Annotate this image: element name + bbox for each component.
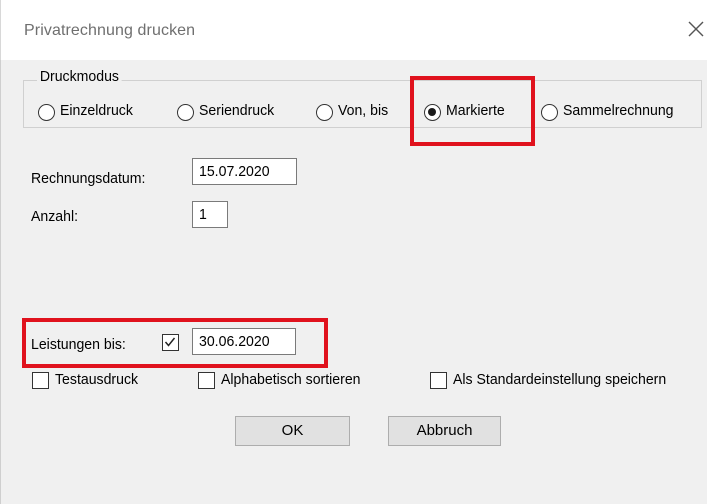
alphabetisch-checkbox[interactable]: [198, 372, 215, 389]
radio-seriendruck[interactable]: [177, 104, 194, 121]
highlight-leistungen: [22, 318, 328, 368]
radio-sammelrechnung[interactable]: [541, 104, 558, 121]
radio-einzeldruck-label[interactable]: Einzeldruck: [60, 102, 133, 119]
standard-checkbox[interactable]: [430, 372, 447, 389]
standard-label[interactable]: Als Standardeinstellung speichern: [453, 371, 666, 388]
dialog-titlebar: Privatrechnung drucken: [0, 0, 707, 60]
radio-von-bis-label[interactable]: Von, bis: [338, 102, 388, 119]
radio-einzeldruck[interactable]: [38, 104, 55, 121]
alphabetisch-label[interactable]: Alphabetisch sortieren: [221, 371, 361, 388]
ok-button[interactable]: OK: [235, 416, 350, 446]
dialog-title: Privatrechnung drucken: [24, 22, 196, 39]
rechnungsdatum-label: Rechnungsdatum:: [31, 170, 146, 187]
druckmodus-legend: Druckmodus: [37, 68, 122, 85]
testausdruck-checkbox[interactable]: [32, 372, 49, 389]
highlight-markierte: [410, 76, 535, 146]
anzahl-label: Anzahl:: [31, 208, 79, 225]
radio-sammelrechnung-label[interactable]: Sammelrechnung: [563, 102, 674, 119]
close-icon[interactable]: [687, 20, 705, 38]
testausdruck-label[interactable]: Testausdruck: [55, 371, 138, 388]
radio-von-bis[interactable]: [316, 104, 333, 121]
radio-seriendruck-label[interactable]: Seriendruck: [199, 102, 274, 119]
rechnungsdatum-input[interactable]: 15.07.2020: [192, 158, 297, 185]
cancel-button[interactable]: Abbruch: [388, 416, 501, 446]
anzahl-input[interactable]: 1: [192, 201, 228, 228]
